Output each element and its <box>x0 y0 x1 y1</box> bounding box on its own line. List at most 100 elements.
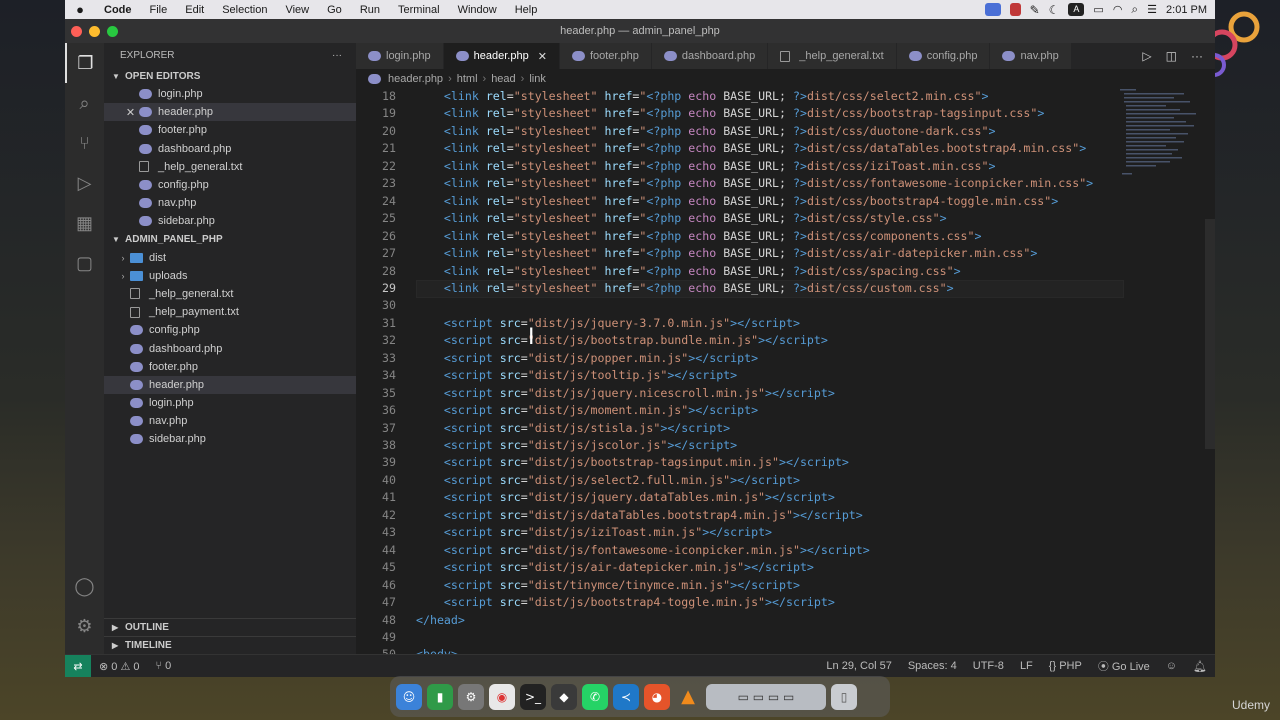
recorder-icon[interactable] <box>1009 3 1021 16</box>
tab-header-php[interactable]: header.php ✕ <box>443 43 560 69</box>
breadcrumb-link[interactable]: link <box>529 73 546 85</box>
split-editor-icon[interactable]: ◫ <box>1166 49 1177 63</box>
tree-file[interactable]: nav.php <box>104 412 356 430</box>
tree-file[interactable]: _help_general.txt <box>104 285 356 303</box>
code-line[interactable]: <script src="dist/tinymce/tinymce.min.js… <box>416 578 800 592</box>
ports-indicator[interactable]: ⑂ 0 <box>148 660 180 672</box>
code-line[interactable]: <script src="dist/js/jquery.dataTables.m… <box>416 490 835 504</box>
chrome-icon[interactable]: ◉ <box>489 683 515 710</box>
numbers-icon[interactable]: ▮ <box>427 683 453 710</box>
tree-file[interactable]: login.php <box>104 394 356 412</box>
source-control-icon[interactable]: ⑂ <box>65 123 104 163</box>
code-line[interactable]: <link rel="stylesheet" href="<?php echo … <box>416 194 1058 208</box>
open-editor-item[interactable]: ✕ header.php <box>104 103 356 122</box>
tab-login-php[interactable]: login.php <box>356 43 444 69</box>
code-line[interactable]: <script src="dist/js/bootstrap.bundle.mi… <box>416 333 828 347</box>
code-line[interactable]: <link rel="stylesheet" href="<?php echo … <box>416 124 996 138</box>
run-icon[interactable]: ▷ <box>1142 49 1151 63</box>
code-line[interactable]: <link rel="stylesheet" href="<?php echo … <box>416 211 947 225</box>
trash-icon[interactable]: ▯ <box>831 683 857 710</box>
menu-run[interactable]: Run <box>351 4 389 16</box>
tree-file[interactable]: _help_payment.txt <box>104 303 356 321</box>
control-center-icon[interactable]: ☰ <box>1147 3 1157 16</box>
code-line[interactable]: <link rel="stylesheet" href="<?php echo … <box>416 264 961 278</box>
cursor-position[interactable]: Ln 29, Col 57 <box>818 660 899 672</box>
menu-file[interactable]: File <box>141 4 177 16</box>
go-live-button[interactable]: ⦿ Go Live <box>1090 658 1158 674</box>
language-mode[interactable]: {} PHP <box>1041 660 1090 672</box>
search-icon[interactable]: ⌕ <box>1131 2 1138 17</box>
apple-menu-icon[interactable]: ● <box>65 2 95 17</box>
code-line[interactable]: <script src="dist/js/bootstrap4-toggle.m… <box>416 595 835 609</box>
code-line[interactable]: <script src="dist/js/jquery.nicescroll.m… <box>416 386 835 400</box>
tableplus-icon[interactable]: ◆ <box>551 683 577 710</box>
code-line[interactable]: <link rel="stylesheet" href="<?php echo … <box>416 141 1086 155</box>
project-header[interactable]: ▼ ADMIN_PANEL_PHP <box>104 231 356 249</box>
minimap[interactable] <box>1120 89 1200 189</box>
explorer-icon[interactable]: ❐ <box>65 43 104 83</box>
menu-window[interactable]: Window <box>449 4 506 16</box>
code-line[interactable]: <script src="dist/js/moment.min.js"></sc… <box>416 403 758 417</box>
code-line[interactable]: <script src="dist/js/stisla.js"></script… <box>416 421 730 435</box>
more-actions-icon[interactable]: ··· <box>1191 49 1203 63</box>
code-line[interactable]: <link rel="stylesheet" href="<?php echo … <box>416 246 1037 260</box>
copilot-icon[interactable]: ☺ <box>1158 660 1185 672</box>
notifications-icon[interactable]: 🔔︎ <box>1185 660 1215 673</box>
open-editor-item[interactable]: dashboard.php <box>104 140 356 158</box>
open-editors-header[interactable]: ▼ OPEN EDITORS <box>104 67 356 85</box>
input-source-icon[interactable]: A <box>1068 3 1085 16</box>
remote-indicator-icon[interactable]: ⇄ <box>65 655 91 677</box>
outline-section[interactable]: ▶ OUTLINE <box>104 618 356 636</box>
code-line[interactable]: <link rel="stylesheet" href="<?php echo … <box>416 159 996 173</box>
image-previews-icon[interactable]: ▭ ▭ ▭ ▭ <box>706 683 826 710</box>
encoding[interactable]: UTF-8 <box>965 660 1012 672</box>
tree-file[interactable]: sidebar.php <box>104 430 356 448</box>
open-editor-item[interactable]: footer.php <box>104 121 356 139</box>
breadcrumb-head[interactable]: head <box>491 73 515 85</box>
editor-scrollbar[interactable] <box>1205 219 1215 449</box>
close-icon[interactable]: ✕ <box>538 50 547 63</box>
code-line[interactable]: </head> <box>416 613 465 627</box>
code-line[interactable]: <body> <box>416 647 458 654</box>
open-editor-item[interactable]: nav.php <box>104 194 356 212</box>
app-menu[interactable]: Code <box>95 4 141 16</box>
menu-edit[interactable]: Edit <box>176 4 213 16</box>
problems-indicator[interactable]: ⊗ 0 ⚠ 0 <box>91 660 148 673</box>
screen-share-icon[interactable] <box>984 3 1001 16</box>
code-line[interactable]: <script src="dist/js/iziToast.min.js"></… <box>416 525 772 539</box>
finder-icon[interactable]: ☺ <box>396 683 422 710</box>
code-line[interactable]: <script src="dist/js/tooltip.js"></scrip… <box>416 368 737 382</box>
run-debug-icon[interactable]: ▷ <box>65 163 104 203</box>
tree-folder[interactable]: › uploads <box>104 267 356 285</box>
menu-terminal[interactable]: Terminal <box>389 4 449 16</box>
tab-config-php[interactable]: config.php <box>896 43 991 69</box>
code-line[interactable]: <script src="dist/js/bootstrap-tagsinput… <box>416 455 849 469</box>
tab-help-general-txt[interactable]: _help_general.txt <box>768 43 897 69</box>
tab-nav-php[interactable]: nav.php <box>990 43 1072 69</box>
tree-file[interactable]: config.php <box>104 321 356 339</box>
breadcrumb-html[interactable]: html <box>457 73 478 85</box>
vlc-icon[interactable]: ▲ <box>675 684 701 710</box>
code-editor[interactable]: 18 <link rel="stylesheet" href="<?php ec… <box>356 89 1124 654</box>
terminal-icon[interactable]: >_ <box>520 683 546 710</box>
system-settings-icon[interactable]: ⚙ <box>458 683 484 710</box>
close-icon[interactable]: ✕ <box>122 106 139 119</box>
open-editor-item[interactable]: _help_general.txt <box>104 158 356 176</box>
code-line[interactable]: <link rel="stylesheet" href="<?php echo … <box>416 229 982 243</box>
vscode-icon[interactable]: ≺ <box>613 683 639 710</box>
menu-go[interactable]: Go <box>318 4 351 16</box>
code-line[interactable]: <script src="dist/js/air-datepicker.min.… <box>416 560 814 574</box>
code-line[interactable]: <script src="dist/js/dataTables.bootstra… <box>416 508 863 522</box>
account-icon[interactable]: ◯ <box>65 566 104 606</box>
tab-footer-php[interactable]: footer.php <box>559 43 652 69</box>
tree-file[interactable]: header.php <box>104 375 356 394</box>
moon-icon[interactable]: ☾ <box>1049 3 1060 17</box>
end-of-line[interactable]: LF <box>1012 660 1041 672</box>
tree-folder[interactable]: › dist <box>104 249 356 267</box>
whatsapp-icon[interactable]: ✆ <box>582 683 608 710</box>
search-icon[interactable]: ⌕ <box>65 83 104 123</box>
code-line[interactable]: <link rel="stylesheet" href="<?php echo … <box>416 176 1093 190</box>
indentation[interactable]: Spaces: 4 <box>900 660 965 672</box>
gear-icon[interactable]: ⚙ <box>65 606 104 646</box>
wifi-icon[interactable]: ◠ <box>1113 3 1123 16</box>
